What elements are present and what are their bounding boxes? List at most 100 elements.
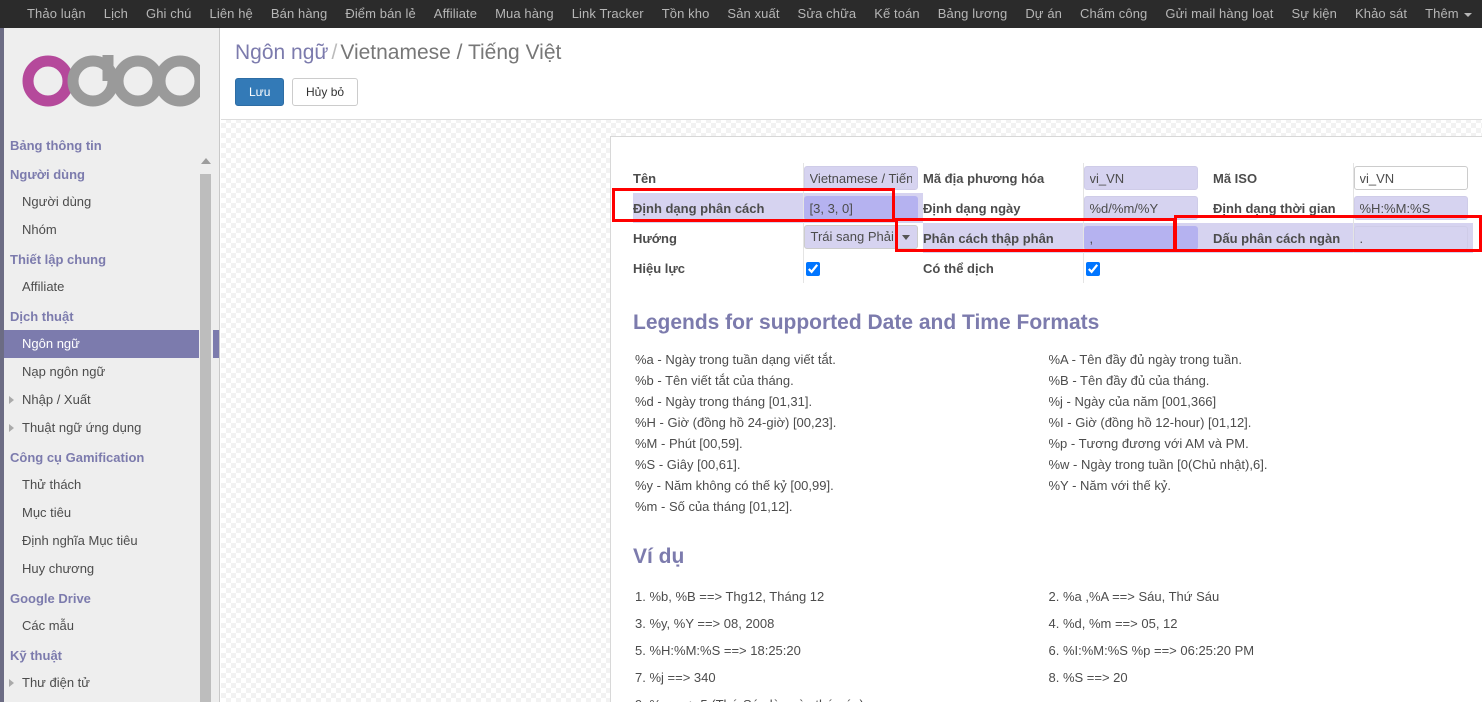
sidebar-item[interactable]: Thử thách	[0, 471, 219, 499]
language-form-table: Tên Mã địa phương hóa Mã ISO	[633, 163, 1473, 283]
separator-format-input[interactable]	[803, 196, 918, 220]
sidebar-item[interactable]: Huy chương	[0, 555, 219, 583]
example-line: 9. %w ==> 5 (Thứ Sáu là ngày thứ sáu)	[633, 691, 1047, 702]
examples-title: Ví dụ	[633, 545, 685, 568]
field-iso-code	[1352, 163, 1473, 193]
sidebar-item[interactable]: Các mẫu	[0, 612, 219, 640]
top-menu-item[interactable]: Sự kiện	[1282, 0, 1346, 28]
top-menu-item[interactable]: Bảng lương	[929, 0, 1017, 28]
sidebar-item[interactable]: Thư điện tử	[0, 669, 219, 697]
top-menu-item[interactable]: Sản xuất	[718, 0, 788, 28]
label-direction: Hướng	[633, 230, 677, 246]
label-name: Tên	[633, 170, 657, 186]
label-iso-code: Mã ISO	[1213, 170, 1258, 186]
translatable-checkbox[interactable]	[1085, 261, 1100, 276]
top-menu-more[interactable]: Thêm	[1416, 0, 1481, 28]
sidebar-item[interactable]: Định nghĩa Mục tiêu	[0, 527, 219, 555]
top-menu-item[interactable]: Thảo luận	[18, 0, 95, 28]
sidebar-item[interactable]: Affiliate	[0, 273, 219, 301]
time-format-input[interactable]	[1353, 196, 1468, 220]
sidebar-item[interactable]: Nạp ngôn ngữ	[0, 358, 219, 386]
sidebar-item-label: Các mẫu	[22, 618, 75, 633]
content-area: Ngôn ngữ / Vietnamese / Tiếng Việt Lưu Hủy…	[221, 28, 1482, 702]
label-thousands-separator: Dấu phân cách ngàn	[1213, 223, 1353, 253]
label-decimal-separator: Phân cách thập phân	[923, 223, 1083, 253]
control-panel: Ngôn ngữ / Vietnamese / Tiếng Việt Lưu Hủy…	[221, 28, 1482, 120]
field-translatable	[1082, 253, 1213, 283]
legend-line: %p - Tương đương với AM và PM.	[1048, 436, 1249, 451]
sidebar-item[interactable]: Thuật ngữ ứng dụng	[0, 414, 219, 442]
form-row-grouping: Định dạng phân cách Định dạng ngày Định …	[633, 193, 1473, 223]
sidebar-section-header: Thiết lập chung	[0, 244, 219, 273]
top-menu-more-label: Thêm	[1425, 6, 1459, 21]
sidebar-item-label: Nạp ngôn ngữ	[22, 364, 106, 379]
sidebar-scrollbar[interactable]	[199, 158, 213, 702]
form-sheet-wrapper: Tên Mã địa phương hóa Mã ISO	[610, 136, 1482, 702]
sidebar-item-label: Thiết lập chung	[10, 252, 107, 267]
top-menu-item[interactable]: Ghi chú	[137, 0, 201, 28]
sidebar-item[interactable]: Nhóm	[0, 216, 219, 244]
odoo-logo[interactable]	[0, 28, 219, 124]
sidebar-item-label: Công cụ Gamification	[10, 450, 145, 465]
examples-columns: 1. %b, %B ==> Thg12, Tháng 12 3. %y, %Y =…	[633, 583, 1460, 702]
sidebar-item[interactable]: Nhập / Xuất	[0, 386, 219, 414]
save-button[interactable]: Lưu	[235, 78, 285, 106]
scroll-up-arrow-icon[interactable]	[201, 158, 211, 164]
discard-button[interactable]: Hủy bỏ	[292, 78, 359, 106]
form-row-flags: Hiệu lực Có thể dịch	[633, 253, 1473, 283]
top-menu-item[interactable]: Dự án	[1016, 0, 1071, 28]
scrollbar-thumb[interactable]	[200, 174, 211, 702]
sidebar-accent-edge	[0, 28, 4, 702]
legend-line: %A - Tên đầy đủ ngày trong tuần.	[1048, 352, 1242, 367]
active-checkbox[interactable]	[805, 261, 820, 276]
legend-line: %Y - Năm với thế kỷ.	[1048, 478, 1171, 493]
sidebar-item-label: Nhập / Xuất	[22, 392, 91, 407]
legend-line: %a - Ngày trong tuần dạng viết tắt.	[635, 352, 836, 367]
top-menu-item[interactable]: Liên hệ	[201, 0, 262, 28]
sidebar-item-label: Nhóm	[22, 222, 57, 237]
form-row-name: Tên Mã địa phương hóa Mã ISO	[633, 163, 1473, 193]
legend-line: %m - Số của tháng [01,12].	[635, 499, 793, 514]
label-time-format: Định dạng thời gian	[1213, 200, 1336, 216]
breadcrumb-root[interactable]: Ngôn ngữ	[235, 41, 328, 64]
legend-line: %H - Giờ (đồng hồ 24-giờ) [00,23].	[635, 415, 837, 430]
sidebar-section-header: Google Drive	[0, 583, 219, 612]
name-input[interactable]	[803, 166, 918, 190]
sidebar-item-label: Mục tiêu	[22, 505, 72, 520]
top-menu-item[interactable]: Khảo sát	[1346, 0, 1416, 28]
direction-select-wrapper[interactable]: Trái sang Phải	[803, 224, 918, 252]
top-menu-item[interactable]: Gửi mail hàng loạt	[1156, 0, 1282, 28]
sidebar-item[interactable]: Người dùng	[0, 188, 219, 216]
top-menu-item[interactable]: Mua hàng	[486, 0, 563, 28]
examples-left-column: 1. %b, %B ==> Thg12, Tháng 12 3. %y, %Y =…	[633, 583, 1047, 702]
locale-code-input[interactable]	[1083, 166, 1198, 190]
sidebar-item[interactable]: Mục tiêu	[0, 499, 219, 527]
top-menu-item[interactable]: Chấm công	[1071, 0, 1156, 28]
sidebar-item-label: Dịch thuật	[10, 309, 74, 324]
top-menu-item[interactable]: Điểm bán lẻ	[336, 0, 424, 28]
label-active: Hiệu lực	[633, 260, 686, 276]
top-menu-item[interactable]: Bán hàng	[262, 0, 336, 28]
decimal-separator-input[interactable]	[1083, 226, 1198, 250]
direction-select[interactable]: Trái sang Phải	[803, 224, 918, 249]
legends-columns: %a - Ngày trong tuần dạng viết tắt. %b - …	[633, 349, 1460, 517]
legend-line: %w - Ngày trong tuần [0(Chủ nhật),6].	[1048, 457, 1268, 472]
top-menu-item[interactable]: Affiliate	[425, 0, 486, 28]
top-menu-item[interactable]: Kế toán	[865, 0, 929, 28]
legends-right-column: %A - Tên đầy đủ ngày trong tuần. %B - Tên…	[1047, 349, 1461, 517]
iso-code-input[interactable]	[1353, 166, 1468, 190]
sidebar: Bảng thông tin Người dùng Người dùng Nhóm Th…	[0, 28, 220, 702]
example-line: 5. %H:%M:%S ==> 18:25:20	[635, 643, 801, 658]
top-menu-item[interactable]: Tồn kho	[653, 0, 719, 28]
thousands-separator-input[interactable]	[1353, 226, 1468, 250]
top-menu-item[interactable]: Sửa chữa	[789, 0, 866, 28]
example-line: 1. %b, %B ==> Thg12, Tháng 12	[635, 589, 825, 604]
example-line: 2. %a ,%A ==> Sáu, Thứ Sáu	[1048, 589, 1220, 604]
field-direction: Trái sang Phải	[802, 223, 923, 253]
sidebar-item[interactable]: Ngôn ngữ	[0, 330, 219, 358]
top-menu-item[interactable]: Link Tracker	[563, 0, 653, 28]
top-menu-item[interactable]: Lịch	[95, 0, 137, 28]
sidebar-item[interactable]: Hành động	[0, 697, 219, 702]
sidebar-item-label: Định nghĩa Mục tiêu	[22, 533, 138, 548]
date-format-input[interactable]	[1083, 196, 1198, 220]
